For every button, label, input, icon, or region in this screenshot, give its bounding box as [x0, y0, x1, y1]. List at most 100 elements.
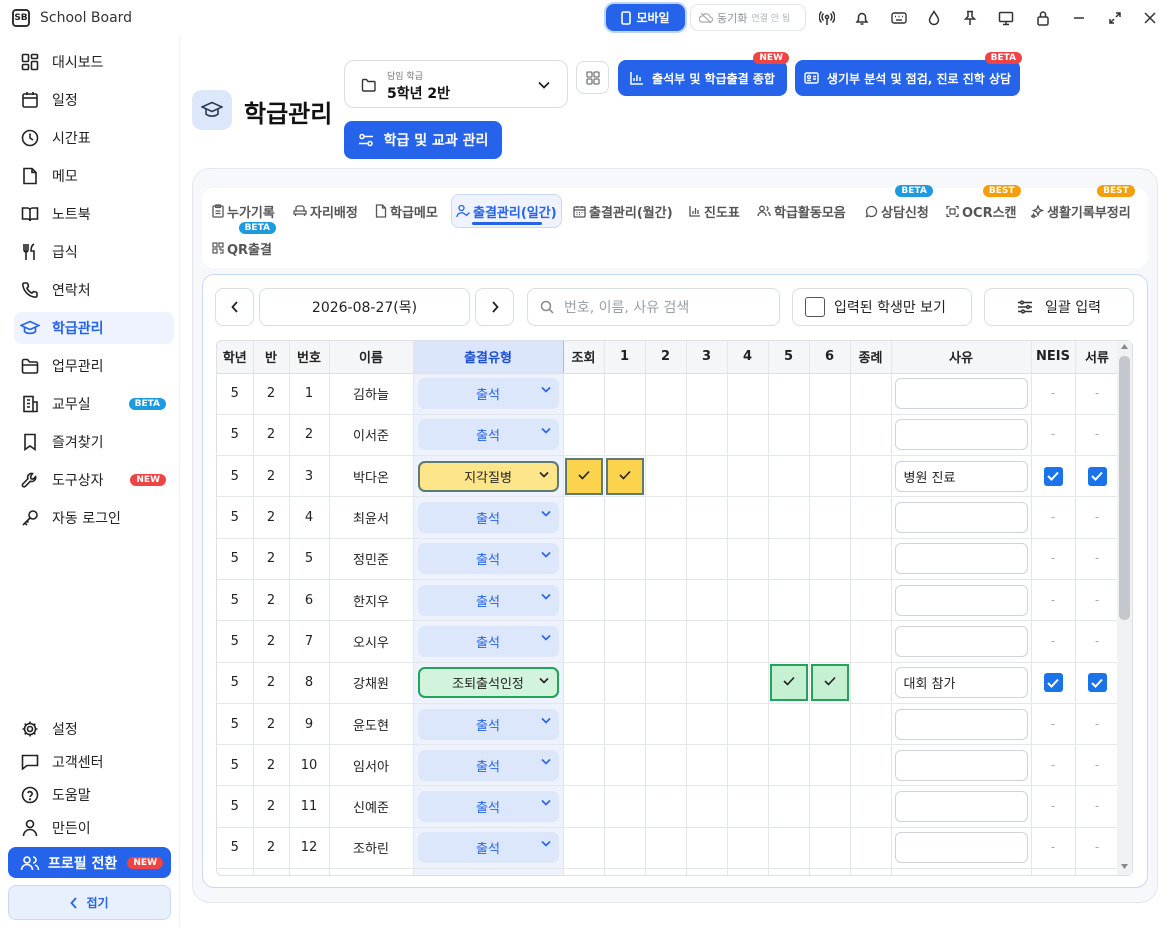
- record-analysis-button[interactable]: 생기부 분석 및 점검, 진로 진학 상담 BETA: [795, 52, 1022, 96]
- sidebar-item-notebook[interactable]: 노트북: [14, 198, 174, 230]
- period-cell[interactable]: [727, 703, 769, 746]
- reason-input[interactable]: [894, 708, 1028, 740]
- period-cell[interactable]: [604, 785, 646, 828]
- period-cell[interactable]: [809, 579, 851, 622]
- period-cell[interactable]: [850, 703, 892, 746]
- period-cell[interactable]: [645, 785, 687, 828]
- period-cell[interactable]: [645, 620, 687, 663]
- close-icon[interactable]: [1140, 8, 1160, 28]
- period-cell[interactable]: [727, 620, 769, 663]
- period-cell[interactable]: [686, 703, 728, 746]
- period-cell[interactable]: [645, 414, 687, 457]
- date-picker[interactable]: 2026-08-27(목): [259, 288, 470, 326]
- reason-input[interactable]: [894, 584, 1028, 616]
- period-cell[interactable]: [850, 785, 892, 828]
- period-cell[interactable]: [809, 662, 851, 704]
- period-cell[interactable]: [563, 455, 605, 498]
- period-cell[interactable]: [768, 785, 810, 828]
- period-cell[interactable]: [850, 827, 892, 870]
- period-cell[interactable]: [563, 744, 605, 787]
- period-cell[interactable]: [727, 785, 769, 828]
- period-cell[interactable]: [809, 785, 851, 828]
- sidebar-item-bookmarks[interactable]: 즐겨찾기: [14, 426, 174, 458]
- period-cell[interactable]: [563, 373, 605, 415]
- grid-view-button[interactable]: [576, 61, 609, 94]
- keyboard-icon[interactable]: [889, 8, 909, 28]
- period-cell[interactable]: [727, 579, 769, 622]
- attendance-summary-button[interactable]: 출석부 및 학급출결 종합 NEW: [618, 52, 789, 96]
- attendance-type-select[interactable]: 출석: [417, 791, 559, 823]
- period-check[interactable]: [769, 664, 808, 702]
- period-cell[interactable]: [727, 455, 769, 498]
- attendance-type-select[interactable]: 지각질병: [417, 460, 559, 492]
- tab-monthly-attendance[interactable]: 출결관리(월간): [573, 197, 673, 225]
- period-cell[interactable]: [727, 662, 769, 704]
- bell-icon[interactable]: [852, 8, 872, 28]
- drop-icon[interactable]: [924, 8, 944, 28]
- sidebar-item-dashboard[interactable]: 대시보드: [14, 46, 174, 78]
- reason-input[interactable]: 병원 진료: [894, 460, 1028, 492]
- sidebar-item-auto-login[interactable]: 자동 로그인: [14, 502, 174, 534]
- period-cell[interactable]: [809, 496, 851, 539]
- period-cell[interactable]: [645, 455, 687, 498]
- profile-switch-button[interactable]: 프로필 전환 NEW: [8, 847, 171, 878]
- period-cell[interactable]: [850, 744, 892, 787]
- period-cell[interactable]: [686, 620, 728, 663]
- next-date-button[interactable]: [475, 288, 514, 326]
- sidebar-item-class-management[interactable]: 학급관리: [14, 312, 174, 344]
- attendance-type-select[interactable]: 출석: [417, 749, 559, 781]
- period-cell[interactable]: [604, 496, 646, 539]
- attendance-type-select[interactable]: 출석: [417, 832, 559, 864]
- collapse-button[interactable]: 접기: [8, 885, 171, 920]
- period-cell[interactable]: [809, 455, 851, 498]
- attendance-type-select[interactable]: 출석: [417, 625, 559, 657]
- period-cell[interactable]: [645, 703, 687, 746]
- period-cell[interactable]: [850, 620, 892, 663]
- period-cell[interactable]: [604, 414, 646, 457]
- period-cell[interactable]: [727, 538, 769, 580]
- period-cell[interactable]: [604, 703, 646, 746]
- attendance-type-select[interactable]: 출석: [417, 378, 559, 410]
- neis-checkbox[interactable]: [1043, 466, 1063, 486]
- period-cell[interactable]: [686, 744, 728, 787]
- reason-input[interactable]: [894, 543, 1028, 575]
- period-cell[interactable]: [768, 827, 810, 870]
- period-cell[interactable]: [768, 414, 810, 457]
- period-cell[interactable]: [809, 414, 851, 457]
- period-cell[interactable]: [686, 373, 728, 415]
- sidebar-item-work[interactable]: 업무관리: [14, 350, 174, 382]
- period-cell[interactable]: [768, 496, 810, 539]
- reason-input[interactable]: [894, 378, 1028, 410]
- period-cell[interactable]: [604, 538, 646, 580]
- attendance-type-select[interactable]: 출석: [417, 584, 559, 616]
- period-cell[interactable]: [850, 496, 892, 539]
- bulk-input-button[interactable]: 일괄 입력: [984, 288, 1134, 326]
- class-select[interactable]: 담임 학급 5학년 2반: [344, 60, 568, 108]
- period-cell[interactable]: [645, 579, 687, 622]
- sidebar-item-toolbox[interactable]: 도구상자 NEW: [14, 464, 174, 496]
- neis-checkbox[interactable]: [1043, 673, 1063, 693]
- period-cell[interactable]: [563, 785, 605, 828]
- period-cell[interactable]: [768, 455, 810, 498]
- period-cell[interactable]: [850, 579, 892, 622]
- period-cell[interactable]: [727, 827, 769, 870]
- broadcast-icon[interactable]: [817, 8, 837, 28]
- sync-button[interactable]: 동기화 연결 안 됨: [690, 4, 806, 31]
- sidebar-item-meal[interactable]: 급식: [14, 236, 174, 268]
- period-cell[interactable]: [809, 744, 851, 787]
- tab-class-memo[interactable]: 학급메모: [375, 197, 438, 225]
- period-cell[interactable]: [850, 414, 892, 457]
- period-cell[interactable]: [645, 373, 687, 415]
- period-cell[interactable]: [563, 414, 605, 457]
- period-cell[interactable]: [727, 414, 769, 457]
- period-cell[interactable]: [686, 455, 728, 498]
- period-cell[interactable]: [604, 455, 646, 498]
- period-cell[interactable]: [768, 703, 810, 746]
- period-check[interactable]: [810, 664, 849, 702]
- tab-counseling[interactable]: 상담신청 BETA: [865, 185, 933, 225]
- period-cell[interactable]: [563, 496, 605, 539]
- sidebar-item-help[interactable]: 도움말: [14, 779, 174, 811]
- sidebar-item-schedule[interactable]: 일정: [14, 84, 174, 116]
- attendance-type-select[interactable]: 조퇴출석인정: [417, 667, 559, 699]
- monitor-icon[interactable]: [996, 8, 1016, 28]
